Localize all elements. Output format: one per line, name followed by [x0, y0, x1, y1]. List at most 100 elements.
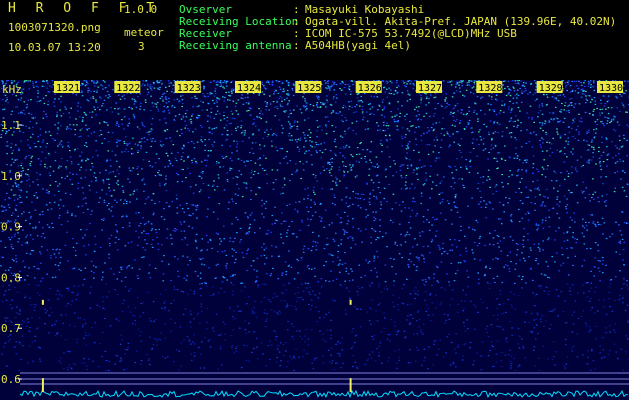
noise-pixel: [548, 277, 551, 279]
noise-pixel: [469, 341, 472, 344]
noise-pixel: [135, 106, 138, 109]
noise-pixel: [404, 119, 407, 121]
noise-pixel: [507, 80, 510, 82]
noise-pixel: [322, 333, 324, 335]
noise-pixel: [275, 146, 277, 148]
noise-pixel: [440, 146, 442, 148]
noise-pixel: [514, 369, 517, 371]
noise-pixel: [93, 90, 95, 92]
noise-pixel: [544, 196, 547, 198]
noise-pixel: [236, 150, 238, 152]
noise-pixel: [273, 91, 276, 93]
noise-pixel: [395, 202, 397, 204]
noise-pixel: [262, 137, 264, 139]
noise-pixel: [79, 106, 82, 108]
noise-pixel: [175, 159, 178, 162]
noise-pixel: [594, 223, 596, 225]
noise-pixel: [355, 104, 358, 106]
noise-pixel: [117, 180, 119, 182]
noise-pixel: [213, 127, 216, 129]
noise-pixel: [149, 86, 151, 88]
noise-pixel: [414, 360, 417, 362]
noise-pixel: [489, 232, 491, 234]
noise-pixel: [359, 308, 362, 310]
noise-pixel: [73, 285, 76, 287]
noise-pixel: [585, 102, 587, 104]
noise-pixel: [549, 147, 552, 150]
noise-pixel: [242, 103, 245, 105]
noise-pixel: [455, 333, 458, 335]
noise-pixel: [375, 239, 377, 241]
noise-pixel: [71, 183, 74, 185]
noise-pixel: [182, 152, 184, 154]
noise-pixel: [20, 201, 23, 203]
noise-pixel: [496, 298, 498, 300]
noise-pixel: [116, 169, 119, 171]
noise-pixel: [508, 132, 511, 134]
noise-pixel: [525, 82, 527, 84]
noise-pixel: [305, 328, 307, 331]
noise-pixel: [569, 91, 572, 93]
noise-pixel: [405, 158, 408, 160]
noise-pixel: [25, 325, 28, 327]
noise-pixel: [376, 250, 378, 253]
noise-pixel: [183, 221, 186, 223]
noise-pixel: [14, 208, 17, 210]
spectrogram: kHz1.11.00.90.80.70.6 1321 1322 1323 1324 13…: [0, 80, 629, 400]
noise-pixel: [96, 80, 99, 82]
noise-pixel: [155, 153, 158, 155]
noise-pixel: [398, 253, 401, 255]
noise-pixel: [539, 250, 541, 252]
noise-pixel: [138, 212, 140, 214]
noise-pixel: [590, 84, 592, 86]
noise-pixel: [316, 119, 318, 122]
noise-pixel: [416, 119, 419, 121]
noise-pixel: [370, 242, 372, 244]
noise-pixel: [585, 187, 588, 189]
noise-pixel: [57, 265, 60, 267]
noise-pixel: [14, 233, 16, 235]
noise-pixel: [150, 123, 153, 125]
noise-pixel: [121, 185, 124, 187]
noise-pixel: [193, 334, 195, 336]
noise-pixel: [567, 80, 570, 82]
noise-pixel: [171, 200, 174, 203]
noise-pixel: [285, 306, 288, 308]
noise-pixel: [477, 182, 480, 184]
noise-pixel: [507, 108, 510, 110]
noise-pixel: [29, 297, 31, 299]
noise-pixel: [25, 156, 27, 158]
noise-pixel: [515, 242, 518, 245]
noise-pixel: [83, 337, 85, 339]
noise-pixel: [375, 310, 377, 312]
noise-pixel: [42, 80, 44, 82]
noise-pixel: [626, 280, 628, 282]
noise-pixel: [200, 295, 202, 297]
noise-pixel: [124, 285, 127, 288]
noise-pixel: [409, 349, 411, 351]
noise-pixel: [211, 247, 213, 249]
noise-pixel: [495, 114, 498, 116]
noise-pixel: [440, 192, 442, 194]
noise-pixel: [378, 302, 381, 304]
noise-pixel: [331, 360, 334, 362]
noise-pixel: [520, 130, 522, 132]
noise-pixel: [59, 109, 61, 111]
noise-pixel: [260, 255, 262, 257]
noise-pixel: [326, 237, 329, 239]
noise-pixel: [339, 284, 342, 286]
noise-pixel: [32, 133, 34, 135]
noise-pixel: [343, 211, 346, 213]
noise-pixel: [270, 231, 272, 233]
noise-pixel: [361, 108, 363, 111]
noise-pixel: [137, 149, 140, 152]
noise-pixel: [404, 207, 406, 209]
noise-pixel: [233, 318, 236, 320]
noise-pixel: [185, 177, 187, 179]
noise-pixel: [618, 148, 621, 150]
noise-pixel: [450, 111, 452, 113]
noise-pixel: [547, 197, 549, 199]
noise-pixel: [133, 117, 136, 119]
noise-pixel: [212, 293, 215, 295]
noise-pixel: [520, 191, 523, 194]
